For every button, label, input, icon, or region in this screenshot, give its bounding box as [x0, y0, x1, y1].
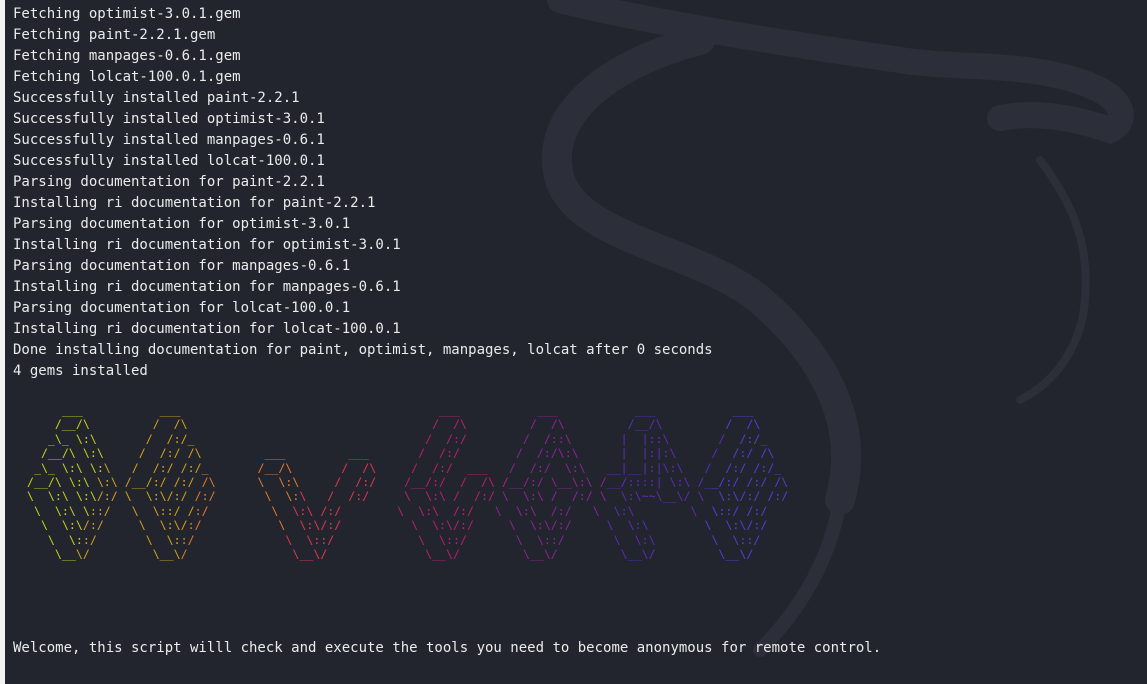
banner-line: ___ ___ ___ ___ ___ ___ — [61, 403, 754, 417]
output-line: Installing ri documentation for lolcat-1… — [13, 321, 401, 337]
output-line: Fetching lolcat-100.0.1.gem — [13, 69, 241, 85]
output-line: Installing ri documentation for optimist… — [13, 237, 401, 253]
terminal-window[interactable]: Fetching optimist-3.0.1.gem Fetching pain… — [0, 0, 1147, 684]
ascii-banner: ___ ___ ___ ___ ___ ___ /__/\ / /\ / /\ … — [13, 403, 788, 561]
output-line: Fetching paint-2.2.1.gem — [13, 27, 216, 43]
banner-line: /__/\ \:\ \:\ /__/:/ /:/ /\ \ \:\ / /:/ … — [26, 474, 789, 489]
output-line: Fetching optimist-3.0.1.gem — [13, 6, 241, 22]
output-line: Fetching manpages-0.6.1.gem — [13, 48, 241, 64]
output-line: Successfully installed lolcat-100.0.1 — [13, 153, 325, 169]
output-line: Successfully installed manpages-0.6.1 — [13, 132, 325, 148]
output-line: Installing ri documentation for manpages… — [13, 279, 401, 295]
banner-line: /__/\ / /\ / /\ / /\ /__/\ / /\ — [54, 417, 761, 432]
banner-line: _\_ \:\ / /:/_ / /:/ / /::\ | |::\ / /:/… — [47, 431, 768, 446]
banner-line: \ \:\ \::/ \ \::/ /:/ \ \:\ /:/ \ \:\ /:… — [33, 503, 768, 518]
output-line: Successfully installed optimist-3.0.1 — [13, 111, 325, 127]
window-edge — [0, 0, 5, 684]
command-output: Fetching optimist-3.0.1.gem Fetching pain… — [13, 4, 713, 382]
output-line: Parsing documentation for paint-2.2.1 — [13, 174, 325, 190]
banner-line: \ \:\ \:\/:/ \ \:\/:/ /:/ \ \:\ / /:/ \ … — [26, 489, 789, 504]
banner-line: \ \::/ \ \::/ \ \::/ \ \::/ \ \::/ \ \:\… — [47, 532, 761, 547]
output-line: Parsing documentation for optimist-3.0.1 — [13, 216, 351, 232]
banner-line: /__/\ \:\ / /:/ /\ ___ ___ / /:/ / /:/\:… — [40, 446, 775, 461]
output-line: Parsing documentation for manpages-0.6.1 — [13, 258, 351, 274]
welcome-message: Welcome, this script willl check and exe… — [13, 640, 882, 656]
banner-line: \__\/ \__\/ \__\/ \__\/ \__\/ \__\/ \__\… — [54, 546, 754, 561]
output-line: 4 gems installed — [13, 363, 148, 379]
output-line: Parsing documentation for lolcat-100.0.1 — [13, 300, 351, 316]
output-line: Done installing documentation for paint,… — [13, 342, 713, 358]
output-line: Successfully installed paint-2.2.1 — [13, 90, 300, 106]
output-line: Installing ri documentation for paint-2.… — [13, 195, 376, 211]
banner-line: \ \:\/:/ \ \:\/:/ \ \:\/:/ \ \:\/:/ \ \:… — [40, 518, 768, 533]
banner-line: _\_ \:\ \:\ / /:/ /:/_ /__/\ / /\ / /:/ … — [33, 460, 782, 475]
